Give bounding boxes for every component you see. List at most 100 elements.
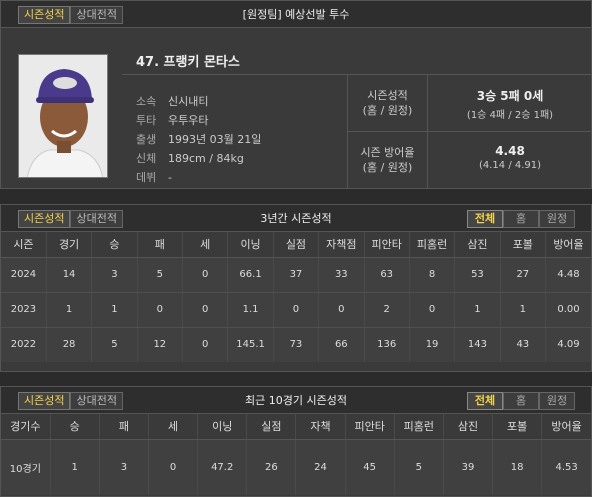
season-record: 3승 5패 0세: [476, 89, 544, 103]
season-record-row: 시즌성적 (홈 / 원정) 3승 5패 0세 (1승 4패 / 2승 1패): [348, 75, 592, 132]
table-cell: 1: [91, 292, 138, 328]
table-cell: 27: [500, 257, 547, 293]
tab-head-to-head[interactable]: 상대전적: [70, 392, 123, 410]
three-year-header: 3년간 시즌성적 시즌성적 상대전적 전체 홈 원정: [1, 205, 591, 232]
info-value: -: [168, 171, 172, 184]
column-header: 실점: [273, 232, 320, 258]
player-photo: [18, 54, 108, 178]
recent-games-panel: 최근 10경기 시즌성적 시즌성적 상대전적 전체 홈 원정 경기수 승 패 세 이닝 실…: [0, 386, 592, 497]
season-record-split: (1승 4패 / 2승 1패): [466, 110, 554, 121]
column-header: 패: [99, 414, 149, 440]
column-header: 포볼: [500, 232, 547, 258]
table-cell: 0: [273, 292, 320, 328]
label-line: (홈 / 원정): [362, 104, 413, 117]
table-cell: 0: [148, 439, 199, 495]
label-line: (홈 / 원정): [362, 161, 413, 174]
table-cell: 28: [46, 327, 93, 362]
recent-games-table: 경기수 승 패 세 이닝 실점 자책 피안타 피홈런 삼진 포볼 방어율 10경기 1 3 0 47.2 26 2…: [1, 414, 591, 495]
tab-group: 시즌성적 상대전적: [18, 392, 123, 410]
info-key: 소속: [136, 95, 157, 108]
table-cell: 5: [394, 439, 444, 495]
column-header: 방어율: [541, 414, 591, 440]
table-cell: 10경기: [1, 439, 51, 495]
player-card-header: [원정팀] 예상선발 투수 시즌성적 상대전적: [1, 1, 591, 28]
info-value: 신시내티: [168, 95, 209, 108]
info-value: 189cm / 84kg: [168, 152, 244, 165]
table-cell: 1: [46, 292, 93, 328]
column-header: 포볼: [492, 414, 543, 440]
column-header: 세: [182, 232, 229, 258]
info-row-birth: 출생 1993년 03월 21일: [136, 130, 261, 149]
table-cell: 39: [443, 439, 494, 495]
table-cell: 43: [500, 327, 547, 362]
table-cell: 0: [409, 292, 456, 328]
table-cell: 66: [318, 327, 365, 362]
filter-home[interactable]: 홈: [503, 210, 539, 228]
table-cell: 3: [91, 257, 138, 293]
table-cell: 19: [409, 327, 456, 362]
filter-group: 전체 홈 원정: [467, 210, 575, 228]
table-cell: 1: [454, 292, 501, 328]
info-key: 출생: [136, 133, 157, 146]
table-row: 2024 14 3 5 0 66.1 37 33 63 8 53 27 4.48: [1, 257, 591, 293]
info-row-handedness: 투타 우투우타: [136, 111, 261, 130]
column-header: 패: [137, 232, 184, 258]
label-line: 시즌 방어율: [360, 146, 415, 159]
table-cell: 0.00: [545, 292, 591, 328]
table-cell: 33: [318, 257, 365, 293]
column-header: 경기: [46, 232, 93, 258]
column-header: 자책: [295, 414, 346, 440]
filter-away[interactable]: 원정: [539, 392, 575, 410]
column-header: 피안타: [364, 232, 410, 258]
table-cell: 53: [454, 257, 501, 293]
three-year-stats-panel: 3년간 시즌성적 시즌성적 상대전적 전체 홈 원정 시즌 경기 승 패 세 이닝 실점 자책…: [0, 204, 592, 372]
column-header: 삼진: [454, 232, 501, 258]
table-cell: 2: [364, 292, 410, 328]
table-cell: 136: [364, 327, 410, 362]
tab-season-stats[interactable]: 시즌성적: [18, 392, 71, 410]
table-cell: 5: [137, 257, 184, 293]
column-header: 자책점: [318, 232, 365, 258]
info-row-debut: 데뷔 -: [136, 168, 261, 187]
table-cell: 0: [137, 292, 184, 328]
table-cell: 5: [91, 327, 138, 362]
filter-group: 전체 홈 원정: [467, 392, 575, 410]
season-summary: 시즌성적 (홈 / 원정) 3승 5패 0세 (1승 4패 / 2승 1패) 시…: [347, 75, 592, 189]
filter-all[interactable]: 전체: [467, 392, 503, 410]
table-cell: 24: [295, 439, 346, 495]
table-cell: 1.1: [227, 292, 274, 328]
player-card: [원정팀] 예상선발 투수 시즌성적 상대전적 47. 프랭키 몬타스 소속 신…: [0, 0, 592, 189]
filter-away[interactable]: 원정: [539, 210, 575, 228]
tab-head-to-head[interactable]: 상대전적: [70, 6, 123, 24]
table-cell: 143: [454, 327, 501, 362]
tab-head-to-head[interactable]: 상대전적: [70, 210, 123, 228]
column-header: 승: [91, 232, 138, 258]
tab-season-stats[interactable]: 시즌성적: [18, 6, 71, 24]
tab-group: 시즌성적 상대전적: [18, 6, 123, 24]
filter-home[interactable]: 홈: [503, 392, 539, 410]
season-era-value: 4.48 (4.14 / 4.91): [428, 132, 592, 189]
season-record-label: 시즌성적 (홈 / 원정): [348, 75, 428, 131]
column-header: 이닝: [197, 414, 248, 440]
filter-all[interactable]: 전체: [467, 210, 503, 228]
info-key: 데뷔: [136, 171, 157, 184]
table-cell: 12: [137, 327, 184, 362]
column-header: 세: [148, 414, 199, 440]
table-cell: 0: [182, 327, 229, 362]
info-row-team: 소속 신시내티: [136, 92, 261, 111]
column-header: 시즌: [1, 232, 47, 258]
table-cell: 4.48: [545, 257, 591, 293]
column-header: 실점: [246, 414, 297, 440]
table-row: 10경기 1 3 0 47.2 26 24 45 5 39 18 4.53: [1, 439, 591, 495]
column-header: 피홈런: [409, 232, 456, 258]
table-cell: 4.09: [545, 327, 591, 362]
info-row-body: 신체 189cm / 84kg: [136, 149, 261, 168]
table-cell: 0: [318, 292, 365, 328]
tab-group: 시즌성적 상대전적: [18, 210, 123, 228]
season-era: 4.48: [495, 144, 525, 158]
column-header: 방어율: [545, 232, 591, 258]
tab-season-stats[interactable]: 시즌성적: [18, 210, 71, 228]
column-header: 승: [50, 414, 100, 440]
table-cell: 3: [99, 439, 149, 495]
table-row: 2022 28 5 12 0 145.1 73 66 136 19 143 43 4.09: [1, 327, 591, 362]
